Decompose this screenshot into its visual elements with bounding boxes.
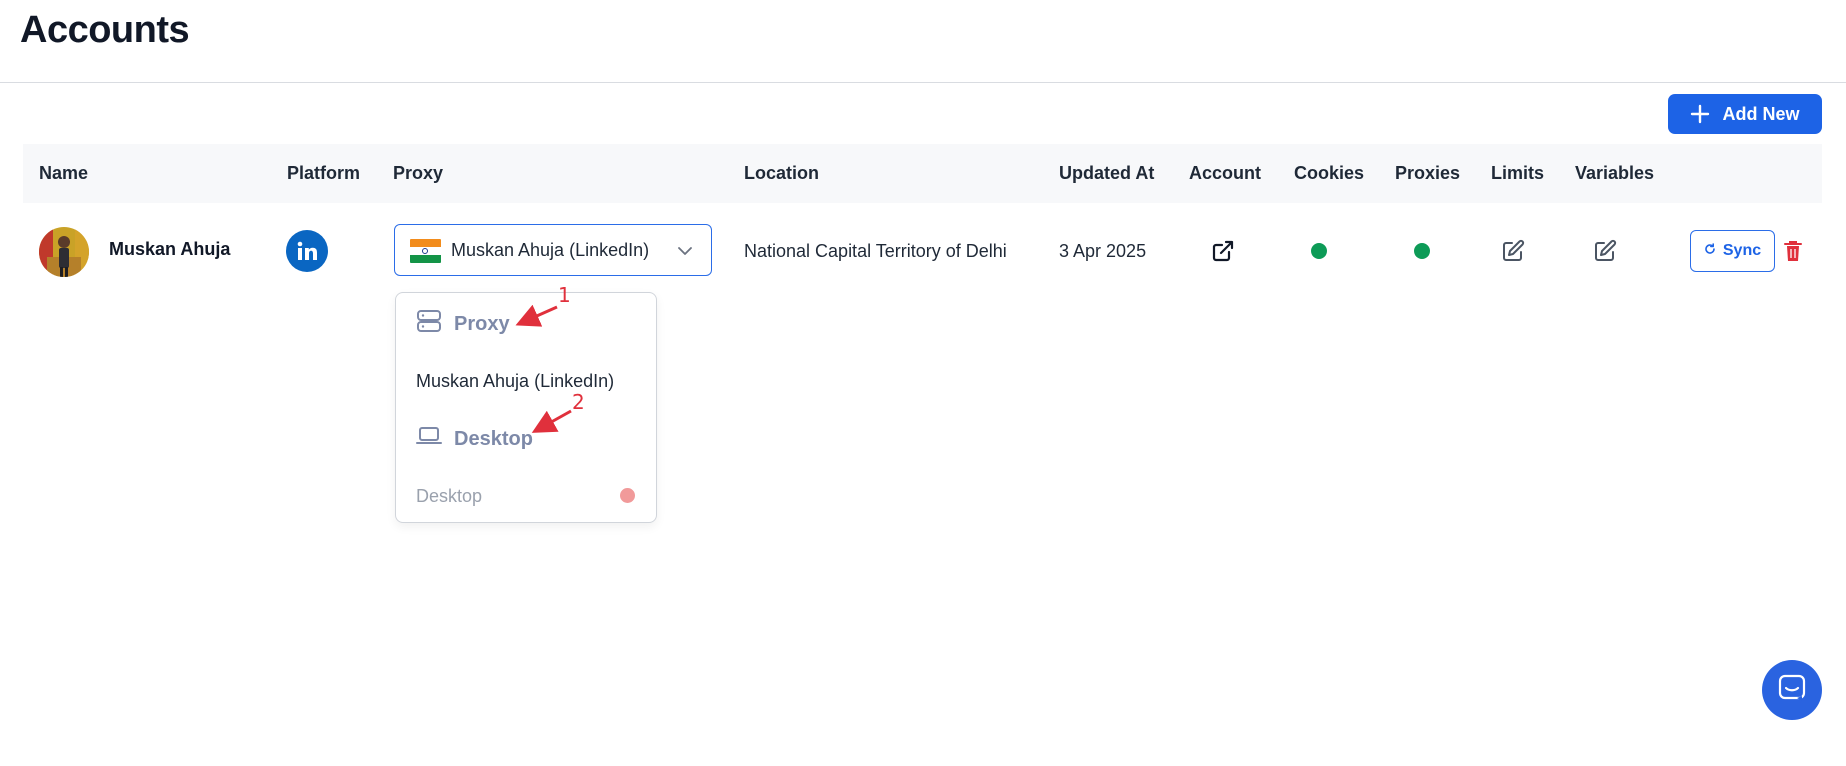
column-header-location: Location — [744, 163, 819, 183]
dropdown-group-desktop-label: Desktop — [454, 427, 533, 450]
dropdown-group-desktop: Desktop — [416, 425, 533, 453]
column-header-platform: Platform — [287, 163, 361, 183]
add-new-label: Add New — [1722, 103, 1800, 124]
annotation-arrows — [515, 304, 572, 433]
column-header-variables: Variables — [1575, 163, 1655, 183]
dropdown-option-proxy[interactable]: Muskan Ahuja (LinkedIn) — [416, 371, 614, 392]
sync-label: Sync — [1722, 242, 1762, 259]
laptop-icon — [416, 425, 442, 453]
column-header-limits: Limits — [1491, 163, 1545, 183]
india-flag-icon — [410, 239, 441, 263]
cookies-status-dot — [1311, 243, 1327, 259]
chevron-down-icon — [677, 243, 693, 264]
chat-support-button[interactable] — [1762, 660, 1822, 720]
location-value: National Capital Territory of Delhi — [744, 241, 1007, 261]
column-header-updated-at: Updated At — [1059, 163, 1155, 183]
table-header: Name Platform Proxy Location Updated At … — [23, 144, 1822, 203]
trash-icon[interactable] — [1784, 240, 1802, 267]
column-header-proxy: Proxy — [393, 163, 444, 183]
proxy-select[interactable]: Muskan Ahuja (LinkedIn) — [394, 224, 712, 276]
edit-variables-icon[interactable] — [1593, 239, 1617, 268]
column-header-name: Name — [39, 163, 89, 183]
column-header-account: Account — [1189, 163, 1261, 183]
table-row: Muskan Ahuja Muskan Ahuja (LinkedIn) Nat… — [23, 203, 1822, 298]
add-new-button[interactable]: Add New — [1668, 94, 1822, 134]
sync-button[interactable]: Sync — [1690, 230, 1775, 272]
column-header-cookies: Cookies — [1294, 163, 1365, 183]
page-title: Accounts — [20, 9, 190, 51]
account-name: Muskan Ahuja — [109, 239, 231, 259]
annotation-label-1: 1 — [558, 283, 571, 307]
proxy-dropdown-menu: Proxy Muskan Ahuja (LinkedIn) Desktop De… — [395, 292, 657, 523]
column-header-proxies: Proxies — [1395, 163, 1461, 183]
annotation-label-2: 2 — [572, 390, 585, 414]
server-icon — [416, 309, 442, 339]
linkedin-icon — [286, 230, 328, 272]
chat-icon — [1777, 673, 1807, 708]
dropdown-option-desktop: Desktop — [416, 486, 483, 506]
dropdown-group-proxy: Proxy — [416, 309, 510, 339]
dropdown-group-proxy-label: Proxy — [454, 312, 510, 335]
proxies-status-dot — [1414, 243, 1430, 259]
avatar — [39, 227, 89, 277]
page-header: Accounts — [0, 0, 1846, 83]
edit-limits-icon[interactable] — [1501, 239, 1525, 268]
desktop-status-dot — [620, 488, 635, 503]
refresh-icon — [1704, 242, 1716, 260]
plus-icon — [1690, 104, 1710, 124]
updated-at-value: 3 Apr 2025 — [1059, 241, 1147, 261]
external-link-icon[interactable] — [1211, 239, 1235, 268]
proxy-select-value: Muskan Ahuja (LinkedIn) — [451, 240, 650, 260]
